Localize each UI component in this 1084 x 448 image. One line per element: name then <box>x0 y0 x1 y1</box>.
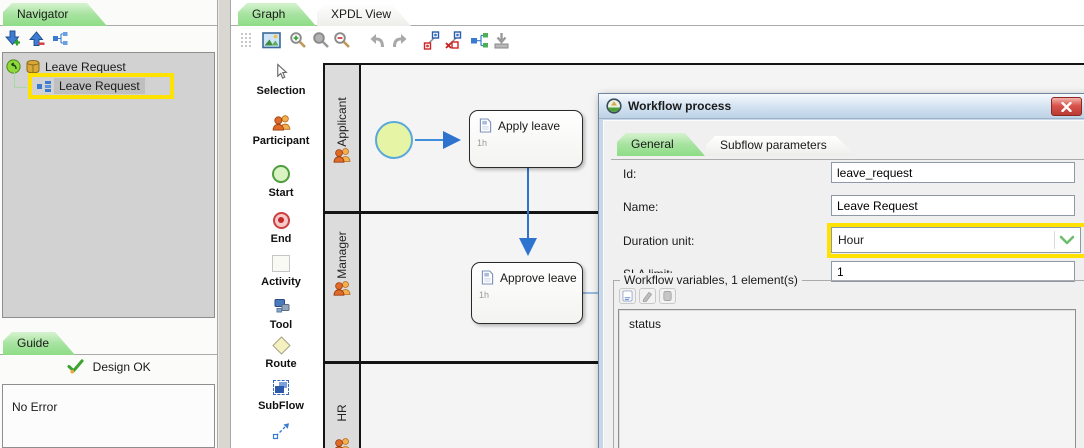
activity-node-approve-leave[interactable]: Approve leave 1h <box>471 262 583 324</box>
new-variable-icon[interactable] <box>619 288 636 304</box>
workflow-process-dialog: Workflow process General Subflow paramet… <box>598 93 1084 448</box>
start-node[interactable] <box>375 121 413 159</box>
dialog-titlebar[interactable]: Workflow process <box>599 94 1084 119</box>
duration-unit-label: Duration unit: <box>623 234 694 248</box>
activity-node-apply-leave[interactable]: Apply leave 1h <box>469 110 583 168</box>
participant-icon <box>271 114 292 131</box>
palette-start[interactable]: Start <box>241 164 321 199</box>
tab-guide-label: Guide <box>17 336 49 350</box>
overview-image-icon[interactable] <box>262 31 281 50</box>
variable-item-status[interactable]: status <box>619 310 1075 331</box>
undo-icon[interactable] <box>369 31 388 50</box>
lane-participant-icon <box>332 437 352 448</box>
tab-subflow-label: Subflow parameters <box>720 138 827 152</box>
id-label: Id: <box>623 167 636 181</box>
divider-line <box>611 159 1084 160</box>
palette-route[interactable]: Route <box>241 335 321 370</box>
close-icon <box>1061 102 1072 112</box>
tab-xpdl-view[interactable]: XPDL View <box>317 3 411 26</box>
tab-guide[interactable]: Guide <box>3 332 75 355</box>
palette-selection[interactable]: Selection <box>241 62 321 97</box>
palette-subflow[interactable]: SubFlow <box>241 377 321 412</box>
palette-end[interactable]: End <box>241 210 321 245</box>
sla-limit-field[interactable] <box>831 261 1075 282</box>
activity-label: Apply leave <box>498 119 560 133</box>
export-icon[interactable] <box>492 31 511 50</box>
palette-tool[interactable]: Tool <box>241 296 321 331</box>
variables-list[interactable]: status <box>618 309 1076 448</box>
layout-tree-icon[interactable] <box>470 31 489 50</box>
navigator-tree: Leave Request Leave Request <box>2 52 215 318</box>
lane-participant-icon <box>332 280 352 296</box>
zoom-out-icon[interactable] <box>333 31 352 50</box>
task-icon <box>479 118 492 133</box>
tree-connector-line <box>14 72 27 88</box>
subprocess-icon <box>45 81 51 92</box>
activity-icon <box>272 255 290 272</box>
guide-message: No Error <box>12 400 57 414</box>
navigator-toolbar <box>4 30 69 50</box>
package-icon <box>25 59 41 74</box>
workflow-variables-group: Workflow variables, 1 element(s) status <box>613 280 1084 448</box>
lane-label-hr[interactable]: HR <box>335 368 349 448</box>
tree-child-highlight[interactable]: Leave Request <box>28 73 174 99</box>
tab-graph-label: Graph <box>252 7 285 21</box>
zoom-cursor-icon[interactable] <box>312 31 331 50</box>
tab-navigator-label: Navigator <box>17 7 68 21</box>
cursor-icon <box>274 63 289 81</box>
palette-participant[interactable]: Participant <box>241 112 321 147</box>
tab-subflow-parameters[interactable]: Subflow parameters <box>706 136 856 156</box>
guide-message-box: No Error <box>2 384 215 448</box>
activity-duration: 1h <box>472 285 582 300</box>
add-item-icon[interactable] <box>4 30 21 47</box>
panel-splitter[interactable] <box>219 0 230 448</box>
navigator-panel: Navigator Leave Request Leave Request Gu… <box>0 0 218 448</box>
delete-variable-icon[interactable] <box>659 288 676 304</box>
tree-node-icon <box>37 84 42 89</box>
name-label: Name: <box>623 200 658 214</box>
duration-unit-select[interactable]: Hour <box>831 227 1081 253</box>
dialog-body: General Subflow parameters Id: Name: Dur… <box>603 120 1084 448</box>
tab-general-label: General <box>631 137 674 151</box>
redo-icon[interactable] <box>389 31 408 50</box>
tab-graph[interactable]: Graph <box>238 3 316 26</box>
chevron-down-icon <box>1059 234 1075 246</box>
subflow-icon <box>273 380 289 395</box>
tab-xpdl-label: XPDL View <box>331 7 391 21</box>
workflow-variables-legend: Workflow variables, 1 element(s) <box>620 273 802 287</box>
activity-duration: 1h <box>470 133 582 148</box>
duration-unit-highlight: Hour <box>827 223 1084 258</box>
toolbar-grip[interactable] <box>240 32 253 49</box>
app-icon <box>606 98 622 114</box>
palette-transition[interactable] <box>241 420 321 440</box>
transition-icon <box>272 421 291 440</box>
name-field[interactable] <box>831 195 1075 216</box>
edit-variable-icon[interactable] <box>639 288 656 304</box>
duration-unit-value: Hour <box>832 233 1054 247</box>
add-connection-icon[interactable] <box>422 31 441 50</box>
tool-icon <box>272 298 291 314</box>
zoom-in-icon[interactable] <box>289 31 308 50</box>
close-button[interactable] <box>1051 97 1082 116</box>
lane-participant-icon <box>332 147 352 163</box>
route-icon <box>272 336 290 354</box>
tab-general[interactable]: General <box>617 133 705 156</box>
variables-toolbar <box>619 288 676 304</box>
activity-label: Approve leave <box>500 271 577 285</box>
check-icon <box>67 359 84 374</box>
tree-view-icon[interactable] <box>52 30 69 47</box>
task-icon <box>481 270 494 285</box>
end-icon <box>273 212 290 229</box>
start-icon <box>272 165 290 183</box>
remove-item-icon[interactable] <box>28 30 45 47</box>
dialog-title: Workflow process <box>628 99 731 113</box>
tree-root-label: Leave Request <box>45 60 126 74</box>
delete-connection-icon[interactable] <box>444 31 463 50</box>
tab-navigator[interactable]: Navigator <box>3 3 107 26</box>
design-status: Design OK <box>0 359 218 374</box>
id-field[interactable] <box>831 162 1075 183</box>
tree-child-label: Leave Request <box>54 78 145 94</box>
palette-activity[interactable]: Activity <box>241 253 321 288</box>
design-status-label: Design OK <box>93 360 151 374</box>
